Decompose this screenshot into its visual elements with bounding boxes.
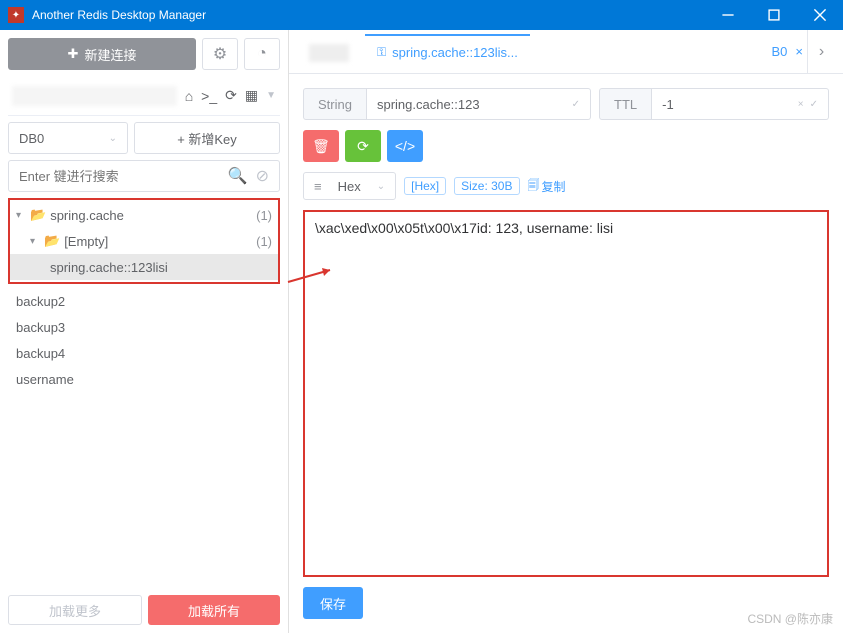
tab-close-icon[interactable]: × bbox=[795, 44, 803, 59]
connection-name-blur bbox=[12, 86, 177, 106]
chevron-down-icon: ⌄ bbox=[377, 181, 385, 192]
log-button[interactable]: ◔ bbox=[244, 38, 280, 70]
ttl-value: -1 bbox=[662, 97, 674, 112]
key-tree: ▾ 📂 spring.cache (1) ▾ 📂 [Empty] (1) spr… bbox=[8, 198, 280, 589]
minimize-icon bbox=[721, 8, 735, 22]
app-logo-icon: ✦ bbox=[8, 7, 24, 23]
key-type-box: String bbox=[303, 88, 367, 120]
ttl-label: TTL bbox=[599, 88, 652, 120]
search-box[interactable]: 🔍 ⊘ bbox=[8, 160, 280, 192]
new-connection-button[interactable]: ✚ 新建连接 bbox=[8, 38, 196, 70]
ttl-input[interactable]: -1 × ✓ bbox=[652, 88, 829, 120]
tree-key[interactable]: username bbox=[8, 366, 280, 392]
db-label: DB0 bbox=[19, 131, 44, 146]
grid-icon[interactable]: ▦ bbox=[245, 87, 258, 104]
tree-folder-child[interactable]: ▾ 📂 [Empty] (1) bbox=[10, 228, 278, 254]
refresh-button[interactable]: ⟳ bbox=[345, 130, 381, 162]
copy-icon: 🗐 bbox=[528, 176, 540, 197]
close-button[interactable] bbox=[797, 0, 843, 30]
titlebar: ✦ Another Redis Desktop Manager bbox=[0, 0, 843, 30]
tree-key[interactable]: backup2 bbox=[8, 288, 280, 314]
tab-home[interactable] bbox=[297, 34, 361, 70]
tab-scroll-right[interactable]: › bbox=[807, 30, 835, 74]
delete-button[interactable]: 🗑 bbox=[303, 130, 339, 162]
plus-circle-icon: ✚ bbox=[68, 46, 79, 62]
caret-down-icon: ▾ bbox=[16, 210, 30, 221]
check-icon[interactable]: ✓ bbox=[572, 99, 580, 110]
maximize-icon bbox=[767, 8, 781, 22]
clear-icon[interactable]: ⊘ bbox=[256, 166, 269, 186]
watermark: CSDN @陈亦康 bbox=[747, 610, 833, 627]
highlight-box: ▾ 📂 spring.cache (1) ▾ 📂 [Empty] (1) spr… bbox=[8, 198, 280, 284]
tab-bar: ⚿ spring.cache::123lis... B0 × › bbox=[289, 30, 843, 74]
tree-key[interactable]: backup4 bbox=[8, 340, 280, 366]
settings-button[interactable]: ⚙ bbox=[202, 38, 238, 70]
sidebar: ✚ 新建连接 ⚙ ◔ ⌂ >_ ⟳ ▦ ▼ DB0 ⌄ + 新增Key 🔍 bbox=[0, 30, 289, 633]
terminal-icon[interactable]: >_ bbox=[201, 88, 217, 104]
trash-icon: 🗑 bbox=[312, 138, 330, 155]
check-icon[interactable]: ✓ bbox=[810, 99, 818, 110]
gear-icon: ⚙ bbox=[213, 44, 227, 64]
chevron-down-icon: ⌄ bbox=[109, 133, 117, 144]
list-icon: ≡ bbox=[314, 179, 322, 194]
copy-label: 复制 bbox=[542, 178, 566, 195]
refresh-icon[interactable]: ⟳ bbox=[225, 87, 237, 104]
blur-icon bbox=[309, 44, 349, 62]
search-input[interactable] bbox=[19, 169, 228, 184]
code-icon: </> bbox=[395, 138, 415, 154]
tree-count: (1) bbox=[256, 234, 272, 249]
save-button[interactable]: 保存 bbox=[303, 587, 363, 619]
search-icon[interactable]: 🔍 bbox=[228, 166, 248, 186]
db-select[interactable]: DB0 ⌄ bbox=[8, 122, 128, 154]
chevron-down-icon[interactable]: ▼ bbox=[266, 90, 276, 101]
hex-pill: [Hex] bbox=[404, 177, 446, 195]
tree-count: (1) bbox=[256, 208, 272, 223]
refresh-icon: ⟳ bbox=[357, 138, 369, 155]
close-icon bbox=[813, 8, 827, 22]
caret-down-icon: ▾ bbox=[30, 236, 44, 247]
tree-folder-root[interactable]: ▾ 📂 spring.cache (1) bbox=[10, 202, 278, 228]
copy-button[interactable]: 🗐 复制 bbox=[528, 176, 566, 197]
maximize-button[interactable] bbox=[751, 0, 797, 30]
clock-icon: ◔ bbox=[257, 45, 267, 63]
folder-open-icon: 📂 bbox=[30, 207, 46, 223]
clear-icon[interactable]: × bbox=[798, 99, 804, 110]
tab-end-label: B0 bbox=[772, 44, 788, 59]
tab-label: spring.cache::123lis... bbox=[392, 45, 518, 60]
load-more-button[interactable]: 加载更多 bbox=[8, 595, 142, 625]
home-icon[interactable]: ⌂ bbox=[185, 88, 193, 104]
new-connection-label: 新建连接 bbox=[84, 45, 136, 64]
tree-label: spring.cache bbox=[50, 208, 256, 223]
minimize-button[interactable] bbox=[705, 0, 751, 30]
key-name-input[interactable]: spring.cache::123 ✓ bbox=[367, 88, 591, 120]
tree-key-leaf[interactable]: spring.cache::123lisi bbox=[10, 254, 278, 280]
folder-open-icon: 📂 bbox=[44, 233, 60, 249]
tree-label: spring.cache::123lisi bbox=[50, 260, 272, 275]
content-area: ⚿ spring.cache::123lis... B0 × › String … bbox=[289, 30, 843, 633]
tree-key[interactable]: backup3 bbox=[8, 314, 280, 340]
window-title: Another Redis Desktop Manager bbox=[32, 8, 705, 22]
tab-key[interactable]: ⚿ spring.cache::123lis... bbox=[365, 34, 530, 70]
tree-label: [Empty] bbox=[64, 234, 256, 249]
connection-header: ⌂ >_ ⟳ ▦ ▼ bbox=[8, 76, 280, 116]
load-all-button[interactable]: 加载所有 bbox=[148, 595, 280, 625]
format-value: Hex bbox=[338, 179, 361, 194]
code-button[interactable]: </> bbox=[387, 130, 423, 162]
key-name-value: spring.cache::123 bbox=[377, 97, 480, 112]
size-pill: Size: 30B bbox=[454, 177, 519, 195]
format-select[interactable]: ≡ Hex ⌄ bbox=[303, 172, 396, 200]
add-key-button[interactable]: + 新增Key bbox=[134, 122, 280, 154]
value-textarea[interactable] bbox=[303, 210, 829, 577]
key-icon: ⚿ bbox=[377, 45, 386, 60]
